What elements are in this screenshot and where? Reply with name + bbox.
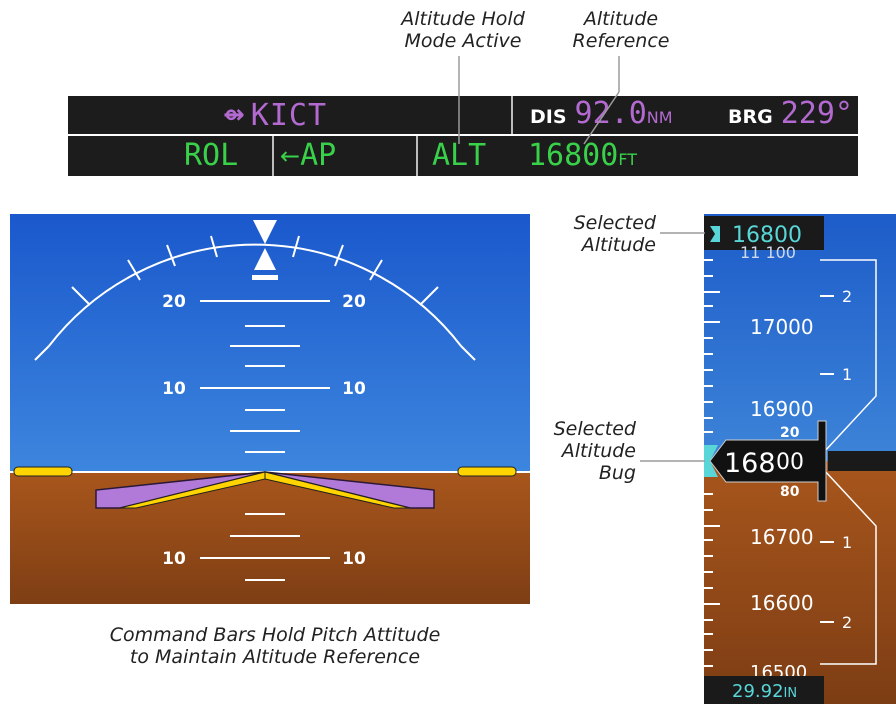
altitude-reference-unit: FT <box>618 150 638 169</box>
nav-bar-divider <box>511 96 513 134</box>
bearing-label: BRG <box>728 106 773 128</box>
current-altitude-roller-below: 80 <box>780 484 800 500</box>
callout-altitude-reference: Altitude Reference <box>556 8 686 52</box>
callout-line: Altitude <box>583 8 659 30</box>
navigation-status-bar: ⇴ KICT DIS 92.0 NM BRG 229° <box>68 96 858 134</box>
aircraft-reference-marker-left <box>13 466 73 477</box>
baro-unit: IN <box>784 686 798 701</box>
distance-unit: NM <box>646 108 673 127</box>
callout-selected-altitude-bug: Selected Altitude Bug <box>536 418 636 484</box>
bearing-value: 229° <box>780 96 853 131</box>
attitude-indicator: 20 20 10 10 10 10 <box>10 214 530 604</box>
vsi-label-up1: 1 <box>842 365 852 384</box>
altitude-label-16700: 16700 <box>750 525 814 549</box>
callout-altitude-hold-mode: Altitude Hold Mode Active <box>378 8 548 52</box>
autopilot-engaged-annunciation: ← AP <box>280 138 336 173</box>
pitch-label-down10-left: 10 <box>162 549 186 569</box>
afcs-divider-2 <box>416 136 418 176</box>
active-leg-waypoint[interactable]: ⇴ KICT <box>223 97 327 133</box>
pitch-label-up10-right: 10 <box>342 379 366 399</box>
altimeter: 16800 11 100 17000 16900 16700 16600 165… <box>704 214 896 704</box>
sky-area <box>10 214 530 472</box>
callout-line: Selected <box>553 418 636 440</box>
caption: Command Bars Hold Pitch Attitude to Main… <box>60 624 490 668</box>
current-altitude-tens: 00 <box>776 450 804 475</box>
active-leg-arrow-icon: ⇴ <box>223 100 245 130</box>
distance-field: DIS 92.0 NM <box>530 96 673 134</box>
waypoint-identifier: KICT <box>250 97 328 133</box>
altitude-reference-field: 16800 FT <box>528 138 637 173</box>
callout-line: Altitude Hold <box>401 8 525 30</box>
slip-skid-indicator <box>252 275 278 280</box>
altitude-reference-value: 16800 <box>528 138 619 173</box>
callout-selected-altitude: Selected Altitude <box>556 212 656 256</box>
left-arrow-icon: ← <box>280 141 301 170</box>
caption-line: to Maintain Altitude Reference <box>129 646 421 668</box>
callout-line: Mode Active <box>404 30 522 52</box>
altitude-label-17000: 17000 <box>750 315 814 339</box>
distance-value: 92.0 <box>574 96 647 131</box>
ground-area <box>10 472 530 604</box>
afcs-status-bar: ROL ← AP ALT 16800 FT <box>68 136 858 176</box>
aircraft-reference-marker-right <box>457 466 517 477</box>
current-altitude-hundreds: 168 <box>724 448 776 479</box>
vsi-label-down1: 1 <box>842 533 852 552</box>
afcs-divider-1 <box>272 136 274 176</box>
pitch-label-up10-left: 10 <box>162 379 186 399</box>
callout-line: Bug <box>598 462 636 484</box>
caption-line: Command Bars Hold Pitch Attitude <box>109 624 441 646</box>
pitch-label-up20-right: 20 <box>342 292 366 312</box>
callout-line: Altitude <box>581 234 656 256</box>
distance-label: DIS <box>530 106 567 128</box>
altitude-label-16900: 16900 <box>750 397 814 421</box>
callout-line: Selected <box>573 212 656 234</box>
current-altitude-roller-above: 20 <box>780 425 800 441</box>
callout-line: Altitude <box>561 440 636 462</box>
lateral-mode-annunciation: ROL <box>184 138 239 173</box>
ap-label: AP <box>300 138 337 173</box>
vsi-label-down2: 2 <box>842 613 852 632</box>
vsi-pointer <box>828 451 896 471</box>
vsi-label-up2: 2 <box>842 287 852 306</box>
callout-line: Reference <box>572 30 670 52</box>
pitch-label-up20-left: 20 <box>162 292 186 312</box>
altitude-label-16600: 16600 <box>750 591 814 615</box>
altitude-label-17100-partial: 11 100 <box>740 243 796 262</box>
vertical-mode-annunciation: ALT <box>432 138 487 173</box>
pitch-label-down10-right: 10 <box>342 549 366 569</box>
bearing-field: BRG 229° <box>728 96 853 134</box>
baro-value: 29.92 <box>732 681 784 702</box>
